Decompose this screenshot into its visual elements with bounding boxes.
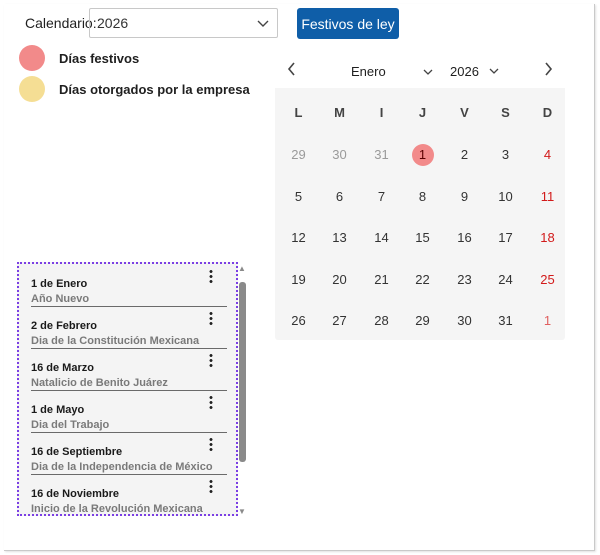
- calendar-day[interactable]: 1: [527, 306, 568, 336]
- more-vertical-icon[interactable]: [209, 479, 213, 493]
- holiday-date: 1 de Enero: [31, 278, 88, 290]
- calendar-day[interactable]: 30: [444, 306, 485, 336]
- holiday-list-item[interactable]: 16 de Septiembre Dia de la Independencia …: [31, 437, 227, 475]
- holiday-date: 16 de Noviembre: [31, 488, 120, 500]
- calendar-day[interactable]: 6: [319, 182, 360, 212]
- holiday-name: Dia de la Constitución Mexicana: [31, 335, 227, 349]
- holiday-color-swatch: [19, 45, 45, 71]
- calendar-year-value: 2026: [450, 64, 479, 79]
- calendar-day[interactable]: 13: [319, 223, 360, 253]
- holiday-name: Dia del Trabajo: [31, 419, 227, 433]
- weekday-header: S: [501, 105, 510, 120]
- calendar-day[interactable]: 15: [402, 223, 443, 253]
- calendar-day[interactable]: 29: [278, 140, 319, 170]
- calendar-day[interactable]: 9: [444, 182, 485, 212]
- holidays-by-law-button[interactable]: Festivos de ley: [297, 8, 399, 39]
- holiday-list-item[interactable]: 1 de Mayo Dia del Trabajo: [31, 395, 227, 433]
- company-day-color-swatch: [19, 76, 45, 102]
- chevron-down-icon: [489, 64, 499, 79]
- year-select-value: 2026: [97, 15, 129, 31]
- chevron-left-icon[interactable]: [287, 62, 297, 81]
- calendar-day[interactable]: 30: [319, 140, 360, 170]
- chevron-right-icon[interactable]: [543, 62, 553, 81]
- calendar-day[interactable]: 16: [444, 223, 485, 253]
- legend-company-days: Días otorgados por la empresa: [19, 76, 250, 102]
- weekday-header: V: [460, 105, 469, 120]
- chevron-down-icon: [423, 65, 433, 80]
- holiday-list-item[interactable]: 2 de Febrero Dia de la Constitución Mexic…: [31, 311, 227, 349]
- calendar-day[interactable]: 20: [319, 265, 360, 295]
- scrollbar-thumb[interactable]: [239, 282, 246, 462]
- calendar-day[interactable]: 18: [527, 223, 568, 253]
- holiday-date: 2 de Febrero: [31, 320, 98, 332]
- legend-label: Días festivos: [59, 50, 140, 66]
- holiday-name: Natalicio de Benito Juárez: [31, 377, 227, 391]
- calendar-day[interactable]: 26: [278, 306, 319, 336]
- calendar-day[interactable]: 21: [361, 265, 402, 295]
- holiday-date: 1 de Mayo: [31, 404, 85, 416]
- calendar-day[interactable]: 29: [402, 306, 443, 336]
- calendar-day[interactable]: 27: [319, 306, 360, 336]
- calendar-day[interactable]: 3: [485, 140, 526, 170]
- calendar-label: Calendario:: [25, 15, 97, 31]
- holiday-name: Dia de la Independencia de México: [31, 461, 227, 475]
- scroll-up-arrow-icon[interactable]: ▲: [238, 264, 246, 273]
- calendar-day[interactable]: 19: [278, 265, 319, 295]
- year-select[interactable]: 2026: [89, 8, 278, 38]
- holiday-list-item[interactable]: 16 de Noviembre Inicio de la Revolución M…: [31, 479, 227, 514]
- weekday-header: I: [379, 105, 384, 120]
- holiday-date: 16 de Septiembre: [31, 446, 123, 458]
- calendar-day[interactable]: 4: [527, 140, 568, 170]
- calendar-day[interactable]: 1: [402, 140, 443, 170]
- weekday-header: J: [418, 105, 427, 120]
- legend-holidays: Días festivos: [19, 45, 139, 71]
- scroll-down-arrow-icon[interactable]: ▼: [238, 507, 246, 516]
- calendar-day[interactable]: 17: [485, 223, 526, 253]
- calendar-year-select[interactable]: 2026: [450, 64, 499, 79]
- weekday-header: M: [334, 105, 345, 120]
- holiday-list: 1 de Enero Año Nuevo 2 de Febrero Dia de la…: [17, 262, 238, 516]
- calendar-day[interactable]: 23: [444, 265, 485, 295]
- month-value: Enero: [351, 64, 386, 79]
- calendar-day[interactable]: 14: [361, 223, 402, 253]
- weekday-header: L: [294, 105, 303, 120]
- calendar-day[interactable]: 31: [485, 306, 526, 336]
- holiday-marker: 1: [411, 144, 434, 166]
- calendar-day[interactable]: 7: [361, 182, 402, 212]
- calendar-day[interactable]: 24: [485, 265, 526, 295]
- calendar: Enero 2026 L M I J V S D 29 30 31 1 2 3 4 5 6 7 8 9 10 11 12 1…: [275, 56, 565, 340]
- calendar-day[interactable]: 8: [402, 182, 443, 212]
- more-vertical-icon[interactable]: [209, 269, 213, 283]
- more-vertical-icon[interactable]: [209, 437, 213, 451]
- holiday-list-item[interactable]: 1 de Enero Año Nuevo: [31, 269, 227, 307]
- calendar-day[interactable]: 2: [444, 140, 485, 170]
- more-vertical-icon[interactable]: [209, 353, 213, 367]
- holiday-name: Inicio de la Revolución Mexicana: [31, 503, 227, 514]
- weekday-header: D: [542, 105, 553, 120]
- calendar-day[interactable]: 22: [402, 265, 443, 295]
- calendar-day[interactable]: 10: [485, 182, 526, 212]
- scrollbar[interactable]: ▲ ▼: [238, 264, 246, 516]
- holiday-list-item[interactable]: 16 de Marzo Natalicio de Benito Juárez: [31, 353, 227, 391]
- calendar-day[interactable]: 31: [361, 140, 402, 170]
- calendar-header: Enero 2026: [275, 56, 565, 88]
- holiday-name: Año Nuevo: [31, 293, 227, 307]
- calendar-day[interactable]: 5: [278, 182, 319, 212]
- calendar-day[interactable]: 25: [527, 265, 568, 295]
- calendar-day[interactable]: 12: [278, 223, 319, 253]
- calendar-day[interactable]: 28: [361, 306, 402, 336]
- legend-label: Días otorgados por la empresa: [59, 81, 250, 97]
- holiday-date: 16 de Marzo: [31, 362, 94, 374]
- chevron-down-icon: [257, 16, 269, 32]
- more-vertical-icon[interactable]: [209, 395, 213, 409]
- more-vertical-icon[interactable]: [209, 311, 213, 325]
- calendar-day[interactable]: 11: [527, 182, 568, 212]
